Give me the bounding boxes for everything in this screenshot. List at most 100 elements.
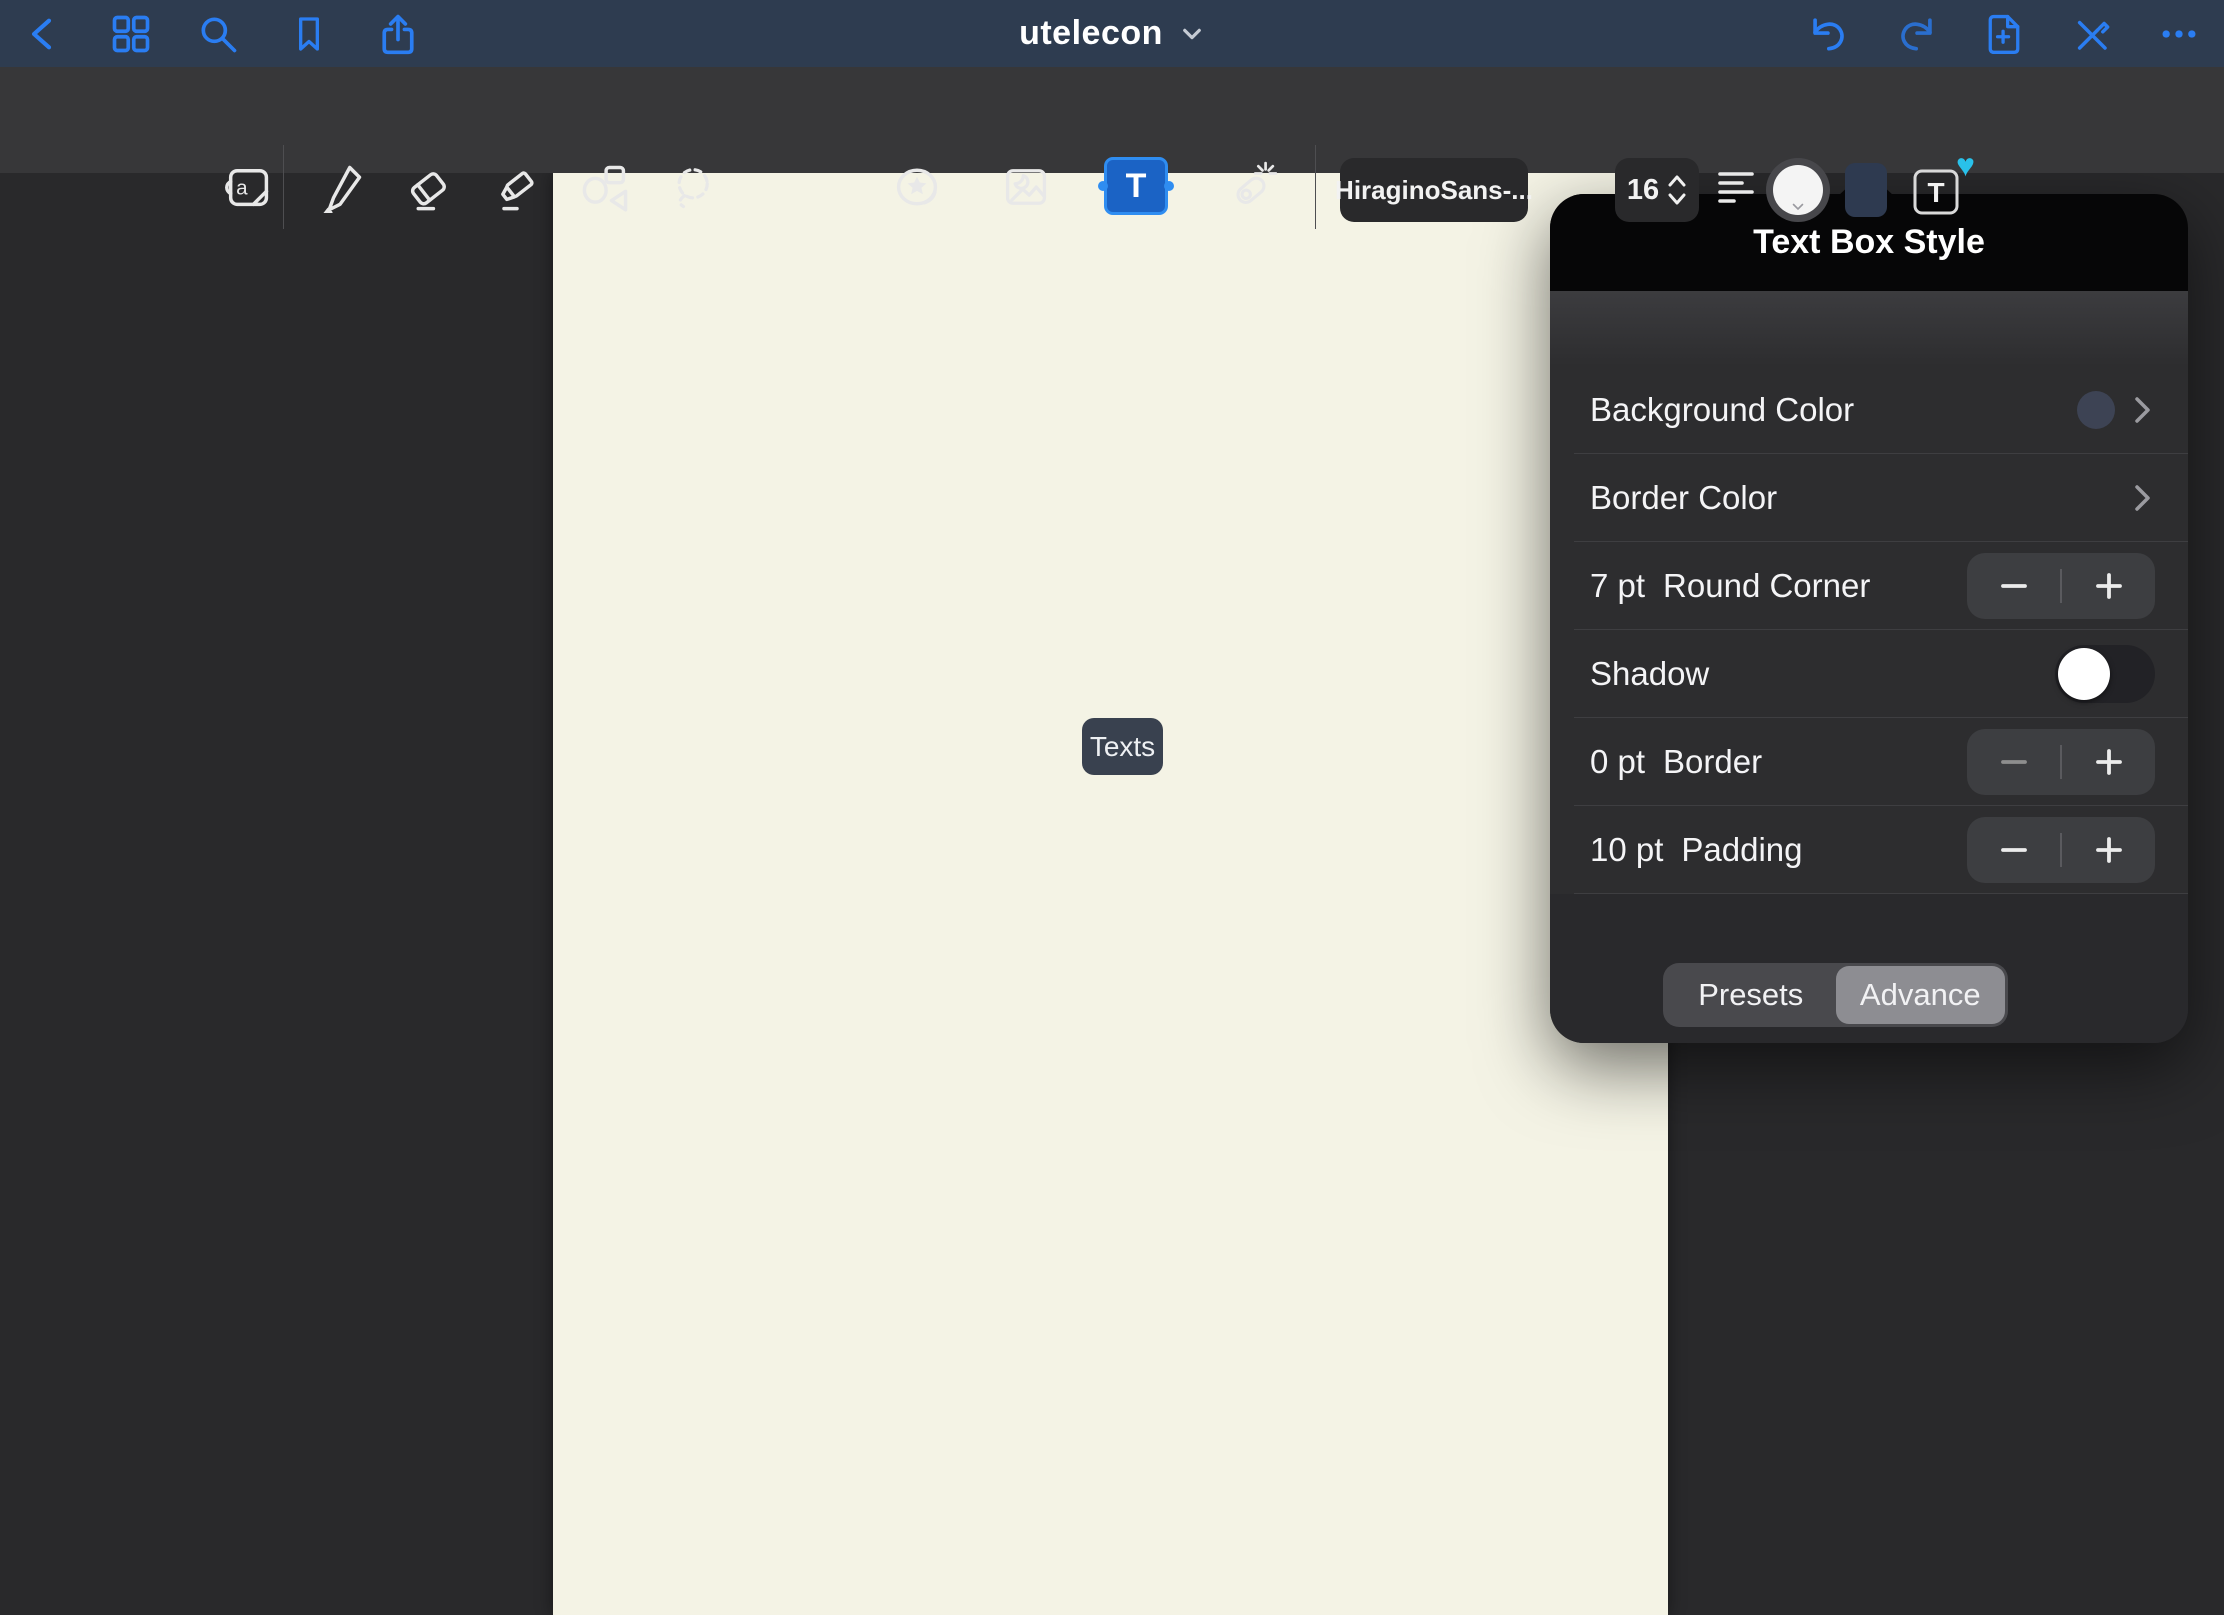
grid-icon xyxy=(109,12,153,56)
selection-handle xyxy=(1098,181,1108,191)
add-page-icon xyxy=(1982,11,2026,57)
text-color-button[interactable] xyxy=(1766,158,1830,222)
text-align-button[interactable] xyxy=(1708,159,1764,215)
plus-button[interactable] xyxy=(2062,553,2155,619)
current-color-swatch xyxy=(1773,165,1823,215)
stickers-tool[interactable] xyxy=(889,159,945,215)
toolbar-divider xyxy=(1315,145,1316,229)
text-tool-selected[interactable]: T xyxy=(1104,157,1168,215)
minus-button-disabled[interactable] xyxy=(1967,729,2060,795)
app-window: utelecon xyxy=(0,0,2224,1615)
lasso-tool[interactable] xyxy=(663,159,719,215)
row-label: Background Color xyxy=(1590,391,1854,429)
row-shadow: Shadow xyxy=(1550,630,2188,718)
document-title-menu[interactable]: utelecon xyxy=(962,0,1262,67)
shapes-icon xyxy=(579,161,631,213)
popover-preview-strip xyxy=(1550,291,2188,366)
document-canvas[interactable]: Texts xyxy=(553,173,1668,1615)
laser-pointer-icon xyxy=(1223,160,1277,214)
row-label: Padding xyxy=(1681,831,1802,869)
shadow-toggle-off[interactable] xyxy=(2055,645,2155,703)
redo-icon xyxy=(1896,12,1940,56)
back-button[interactable] xyxy=(20,0,68,67)
round-corner-value: 7 pt xyxy=(1590,567,1645,605)
minus-button[interactable] xyxy=(1967,553,2060,619)
top-navigation-bar: utelecon xyxy=(0,0,2224,67)
ellipsis-icon xyxy=(2157,12,2201,56)
align-left-icon xyxy=(1716,166,1756,208)
highlighter-tool[interactable] xyxy=(489,159,545,215)
page-title: utelecon xyxy=(1019,14,1163,53)
svg-text:T: T xyxy=(1927,177,1944,208)
image-icon xyxy=(1000,161,1052,213)
tab-advance[interactable]: Advance xyxy=(1836,966,2006,1024)
border-width-value: 0 pt xyxy=(1590,743,1645,781)
pen-mode-toggle-button[interactable] xyxy=(2067,0,2115,67)
border-width-stepper xyxy=(1967,729,2155,795)
toolbar-divider xyxy=(283,145,284,229)
eraser-tool[interactable] xyxy=(400,159,456,215)
popover-footer: Presets Advance xyxy=(1550,894,2188,1043)
font-size-value: 16 xyxy=(1627,174,1659,207)
plus-button[interactable] xyxy=(2062,817,2155,883)
font-family-button[interactable]: HiraginoSans-... xyxy=(1340,158,1528,222)
thumbnails-button[interactable] xyxy=(107,0,155,67)
padding-value: 10 pt xyxy=(1590,831,1663,869)
bookmark-button[interactable] xyxy=(285,0,333,67)
row-round-corner: 7 pt Round Corner xyxy=(1550,542,2188,630)
row-padding: 10 pt Padding xyxy=(1550,806,2188,894)
search-button[interactable] xyxy=(194,0,242,67)
minus-button[interactable] xyxy=(1967,817,2060,883)
pen-icon xyxy=(314,161,366,213)
highlighter-icon xyxy=(491,161,543,213)
chevron-down-icon xyxy=(1179,24,1205,44)
stepper-chevrons-icon xyxy=(1667,171,1687,209)
heart-icon: ♥ xyxy=(1956,149,1975,181)
row-label: Shadow xyxy=(1590,655,1709,693)
zoom-window-icon: a xyxy=(222,161,274,213)
chevron-right-icon xyxy=(2134,395,2152,425)
more-options-button[interactable] xyxy=(2155,0,2203,67)
search-icon xyxy=(196,12,240,56)
padding-stepper xyxy=(1967,817,2155,883)
eraser-icon xyxy=(402,161,454,213)
font-size-stepper[interactable]: 16 xyxy=(1615,158,1699,222)
undo-icon xyxy=(1805,12,1849,56)
row-label: Border xyxy=(1663,743,1762,781)
plus-button[interactable] xyxy=(2062,729,2155,795)
add-page-button[interactable] xyxy=(1980,0,2028,67)
canvas-text-content: Texts xyxy=(1090,731,1155,763)
round-corner-stepper xyxy=(1967,553,2155,619)
laser-pointer-tool[interactable] xyxy=(1222,159,1278,215)
text-box-style-popover: Text Box Style Background Color Border C… xyxy=(1550,194,2188,1043)
redo-button[interactable] xyxy=(1894,0,1942,67)
font-family-label: HiraginoSans-... xyxy=(1335,175,1533,206)
back-chevron-icon xyxy=(24,12,64,56)
zoom-window-tool[interactable]: a xyxy=(220,159,276,215)
tools-toolbar: a xyxy=(0,67,2224,173)
share-button[interactable] xyxy=(374,0,422,67)
chevron-down-icon xyxy=(1792,203,1804,211)
style-settings-list: Background Color Border Color 7 pt Round… xyxy=(1550,366,2188,894)
background-color-swatch xyxy=(2077,391,2115,429)
textbox-style-preview-swatch[interactable] xyxy=(1845,163,1887,217)
image-tool[interactable] xyxy=(998,159,1054,215)
pen-crossed-icon xyxy=(2070,13,2112,55)
undo-button[interactable] xyxy=(1803,0,1851,67)
share-icon xyxy=(376,11,420,57)
row-label: Round Corner xyxy=(1663,567,1870,605)
text-tool-glyph: T xyxy=(1126,167,1147,206)
canvas-text-box[interactable]: Texts xyxy=(1082,718,1163,775)
toggle-knob xyxy=(2058,648,2110,700)
selection-handle xyxy=(1164,181,1174,191)
bookmark-icon xyxy=(289,12,329,56)
pen-tool[interactable] xyxy=(312,159,368,215)
lasso-icon xyxy=(665,161,717,213)
row-border-color[interactable]: Border Color xyxy=(1550,454,2188,542)
row-background-color[interactable]: Background Color xyxy=(1550,366,2188,454)
tab-presets[interactable]: Presets xyxy=(1666,966,1836,1024)
shapes-tool[interactable] xyxy=(577,159,633,215)
row-border-width: 0 pt Border xyxy=(1550,718,2188,806)
textbox-style-button[interactable]: T ♥ xyxy=(1911,161,1967,219)
chevron-right-icon xyxy=(2134,483,2152,513)
